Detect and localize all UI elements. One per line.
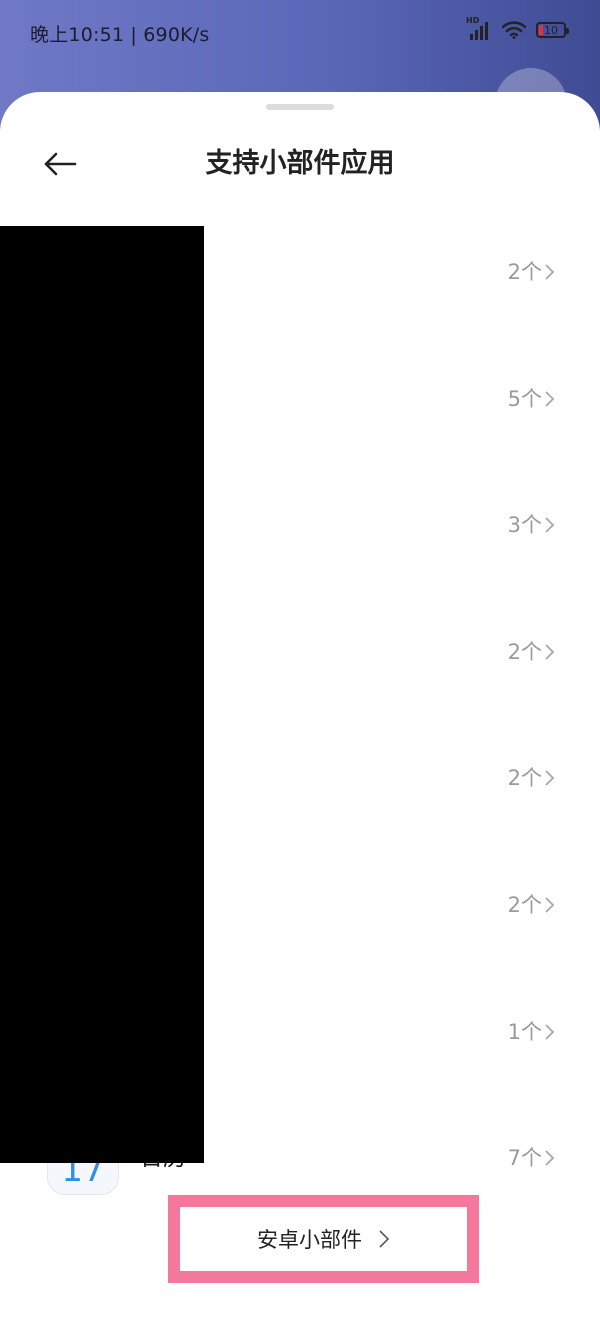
chevron-right-icon — [545, 897, 555, 913]
chevron-right-icon — [545, 1150, 555, 1166]
chevron-right-icon — [545, 770, 555, 787]
back-button[interactable] — [40, 144, 80, 184]
status-time-speed: 晚上10:51 | 690K/s — [30, 20, 209, 47]
chevron-right-icon — [379, 1230, 390, 1248]
widget-count: 1个 — [507, 1019, 542, 1044]
android-widgets-label: 安卓小部件 — [257, 1228, 362, 1252]
chevron-right-icon — [545, 517, 555, 533]
status-bar: 晚上10:51 | 690K/s HD 10 — [0, 0, 600, 64]
battery-icon: 10 — [536, 22, 569, 38]
back-arrow-icon — [44, 152, 77, 176]
chevron-right-icon — [545, 264, 555, 280]
battery-percent: 10 — [544, 23, 558, 37]
widget-count: 3个 — [507, 513, 542, 538]
widget-count: 2个 — [507, 892, 542, 917]
redaction-block — [0, 226, 204, 1163]
status-net-speed: 690K/s — [143, 24, 210, 46]
widget-count: 2个 — [507, 766, 542, 791]
status-time: 晚上10:51 — [30, 24, 125, 46]
sheet-drag-handle[interactable] — [266, 104, 334, 110]
battery-level — [539, 25, 543, 35]
page-title: 支持小部件应用 — [205, 148, 395, 179]
chevron-right-icon — [545, 1023, 555, 1040]
status-separator: | — [130, 24, 144, 46]
widget-count: 7个 — [507, 1146, 542, 1171]
widget-count: 2个 — [507, 639, 542, 664]
chevron-right-icon — [545, 644, 555, 660]
signal-icon: HD — [466, 17, 492, 40]
widget-count: 5个 — [507, 386, 542, 411]
widget-count: 2个 — [507, 260, 542, 284]
chevron-right-icon — [545, 390, 555, 407]
android-widgets-button[interactable]: 安卓小部件 — [180, 1207, 467, 1271]
status-icons: HD 10 — [466, 17, 569, 40]
wifi-icon — [502, 21, 526, 39]
